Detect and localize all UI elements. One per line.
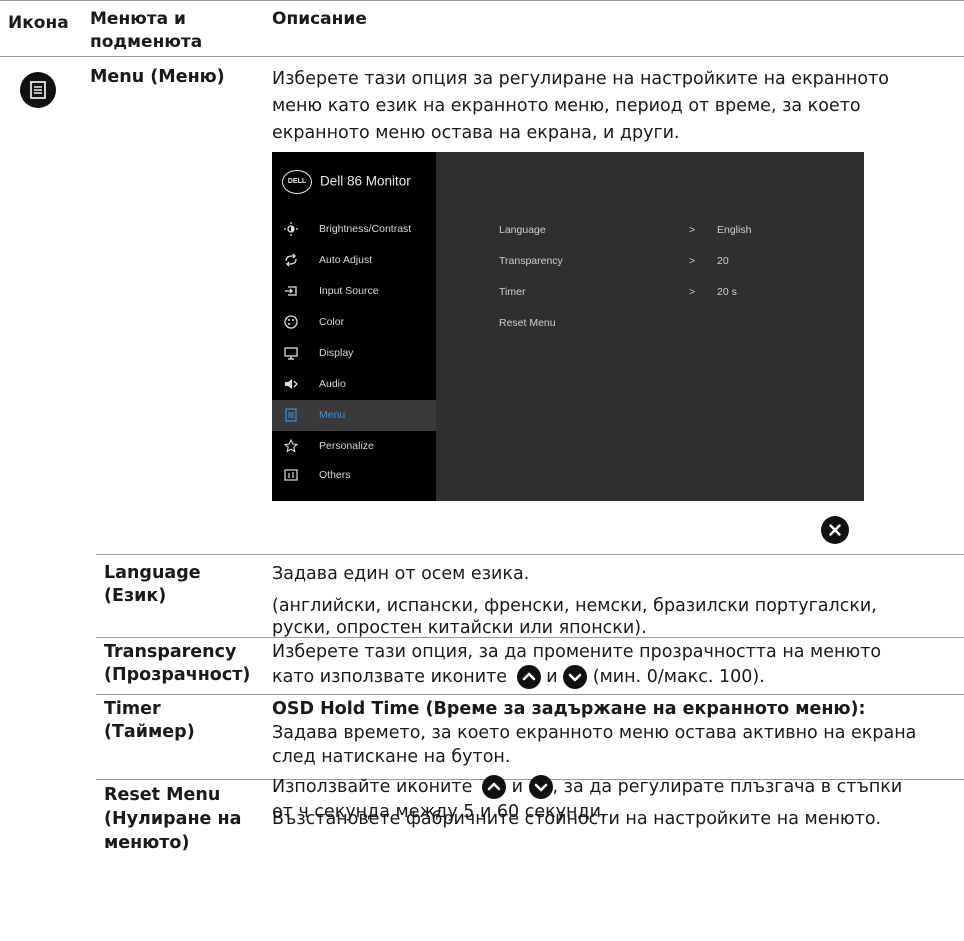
color-icon bbox=[284, 315, 298, 329]
star-icon bbox=[284, 439, 298, 453]
language-description: Задава един от осем езика. (английски, и… bbox=[272, 561, 952, 639]
osd-item-label: Auto Adjust bbox=[319, 254, 373, 266]
menu-icon bbox=[285, 408, 297, 422]
osd-setting-label: Reset Menu bbox=[499, 317, 556, 329]
language-desc-line: (английски, испански, френски, немски, б… bbox=[272, 596, 877, 616]
input-source-icon bbox=[285, 286, 297, 296]
language-desc-line: Задава един от осем езика. bbox=[272, 564, 530, 584]
osd-item-others[interactable]: Others bbox=[272, 460, 436, 491]
transparency-text: (мин. 0/макс. 100). bbox=[592, 667, 765, 687]
osd-item-label: Input Source bbox=[319, 285, 379, 297]
transparency-desc-line: Изберете тази опция, за да промените про… bbox=[272, 642, 882, 662]
header-icon: Икона bbox=[8, 13, 69, 33]
osd-item-brightness[interactable]: Brightness/Contrast bbox=[272, 214, 436, 245]
timer-title: Timer (Таймер) bbox=[104, 698, 195, 744]
osd-setting-label: Language bbox=[499, 224, 546, 236]
osd-screenshot: DELL Dell 86 Monitor Brightness/Contrast … bbox=[272, 152, 864, 501]
timer-text: Използвайте иконите bbox=[272, 777, 473, 797]
list-menu-icon bbox=[20, 72, 56, 108]
transparency-text: като използвате иконите bbox=[272, 667, 508, 687]
osd-title: DELL Dell 86 Monitor bbox=[282, 170, 411, 194]
reset-title: Reset Menu (Нулиране на менюто) bbox=[104, 783, 241, 855]
menu-title: Menu (Меню) bbox=[90, 67, 225, 87]
menu-desc-line: меню като език на екранното меню, период… bbox=[272, 96, 861, 116]
timer-text: , за да регулирате плъзгача в стъпки bbox=[552, 777, 903, 797]
timer-description: OSD Hold Time (Време за задържане на екр… bbox=[272, 697, 962, 824]
header-menu-line1: Менюта и bbox=[90, 9, 186, 29]
osd-setting-label: Timer bbox=[499, 286, 526, 298]
osd-item-input-source[interactable]: Input Source bbox=[272, 276, 436, 307]
reset-title-line1: Reset Menu bbox=[104, 785, 221, 805]
header-description: Описание bbox=[272, 9, 367, 29]
timer-desc-line3: Използвайте иконите и , за да регулирате… bbox=[272, 774, 962, 800]
brightness-icon bbox=[284, 222, 298, 236]
transparency-title: Transparency (Прозрачност) bbox=[104, 641, 250, 687]
timer-desc-line: Задава времето, за което екранното меню … bbox=[272, 723, 917, 743]
osd-item-color[interactable]: Color bbox=[272, 307, 436, 338]
timer-heading: OSD Hold Time (Време за задържане на екр… bbox=[272, 699, 866, 719]
osd-item-display[interactable]: Display bbox=[272, 338, 436, 369]
up-arrow-icon bbox=[516, 665, 541, 689]
osd-item-label: Color bbox=[319, 316, 345, 328]
osd-setting-transparency[interactable]: Transparency > 20 bbox=[499, 255, 829, 267]
osd-setting-value: 20 s bbox=[717, 286, 737, 298]
osd-setting-reset-menu[interactable]: Reset Menu bbox=[499, 317, 829, 329]
menu-description: Изберете тази опция за регулиране на нас… bbox=[272, 66, 952, 147]
timer-desc-line: след натискане на бутон. bbox=[272, 747, 511, 767]
language-title: Language (Език) bbox=[104, 562, 201, 608]
osd-item-label: Menu bbox=[319, 409, 346, 421]
language-title-line1: Language bbox=[104, 563, 201, 583]
chevron-right-icon: > bbox=[689, 224, 696, 236]
up-arrow-icon bbox=[481, 775, 506, 799]
reset-title-line3: менюто) bbox=[104, 833, 190, 853]
osd-item-auto-adjust[interactable]: Auto Adjust bbox=[272, 245, 436, 276]
audio-icon bbox=[285, 379, 298, 389]
language-title-line2: (Език) bbox=[104, 586, 167, 606]
rule-timer bbox=[96, 694, 964, 695]
reset-title-line2: (Нулиране на bbox=[104, 809, 242, 829]
osd-item-label: Brightness/Contrast bbox=[319, 223, 412, 235]
timer-title-line2: (Таймер) bbox=[104, 722, 195, 742]
transparency-title-line2: (Прозрачност) bbox=[104, 665, 251, 685]
down-arrow-icon bbox=[528, 775, 553, 799]
display-icon bbox=[284, 347, 298, 360]
auto-adjust-icon bbox=[285, 253, 297, 267]
header-menu-line2: подменюта bbox=[90, 32, 203, 52]
transparency-title-line1: Transparency bbox=[104, 642, 237, 662]
osd-setting-value: 20 bbox=[717, 255, 729, 267]
osd-item-audio[interactable]: Audio bbox=[272, 369, 436, 400]
osd-item-personalize[interactable]: Personalize bbox=[272, 431, 436, 462]
down-arrow-icon bbox=[563, 665, 588, 689]
header-menu: Менюта и подменюта bbox=[90, 9, 202, 53]
rule-language bbox=[96, 554, 964, 555]
dell-logo: DELL bbox=[282, 170, 312, 194]
transparency-desc-line2: като използвате иконите и (мин. 0/макс. … bbox=[272, 665, 952, 690]
transparency-text: и bbox=[546, 667, 558, 687]
osd-setting-value: English bbox=[717, 224, 752, 236]
others-icon bbox=[284, 469, 298, 481]
osd-item-label: Others bbox=[319, 469, 351, 481]
osd-sidebar: DELL Dell 86 Monitor Brightness/Contrast … bbox=[272, 152, 436, 501]
reset-description: Възстановете фабричните стойности на нас… bbox=[272, 809, 882, 829]
chevron-right-icon: > bbox=[689, 255, 696, 267]
osd-setting-label: Transparency bbox=[499, 255, 563, 267]
language-desc-line: руски, опростен китайски или японски). bbox=[272, 618, 647, 638]
timer-title-line1: Timer bbox=[104, 699, 161, 719]
osd-item-label: Audio bbox=[319, 378, 346, 390]
osd-item-label: Display bbox=[319, 347, 354, 359]
rule-top bbox=[0, 0, 964, 1]
osd-item-label: Personalize bbox=[319, 440, 374, 452]
osd-setting-timer[interactable]: Timer > 20 s bbox=[499, 286, 829, 298]
menu-desc-line: екранното меню остава на екрана, и други… bbox=[272, 123, 680, 143]
transparency-description: Изберете тази опция, за да промените про… bbox=[272, 640, 952, 690]
osd-setting-language[interactable]: Language > English bbox=[499, 224, 829, 236]
timer-text: и bbox=[511, 777, 523, 797]
chevron-right-icon: > bbox=[689, 286, 696, 298]
osd-title-text: Dell 86 Monitor bbox=[320, 173, 411, 189]
osd-item-menu[interactable]: Menu bbox=[272, 400, 436, 431]
rule-header bbox=[0, 56, 964, 57]
menu-desc-line: Изберете тази опция за регулиране на нас… bbox=[272, 69, 889, 89]
close-icon[interactable] bbox=[821, 516, 849, 544]
